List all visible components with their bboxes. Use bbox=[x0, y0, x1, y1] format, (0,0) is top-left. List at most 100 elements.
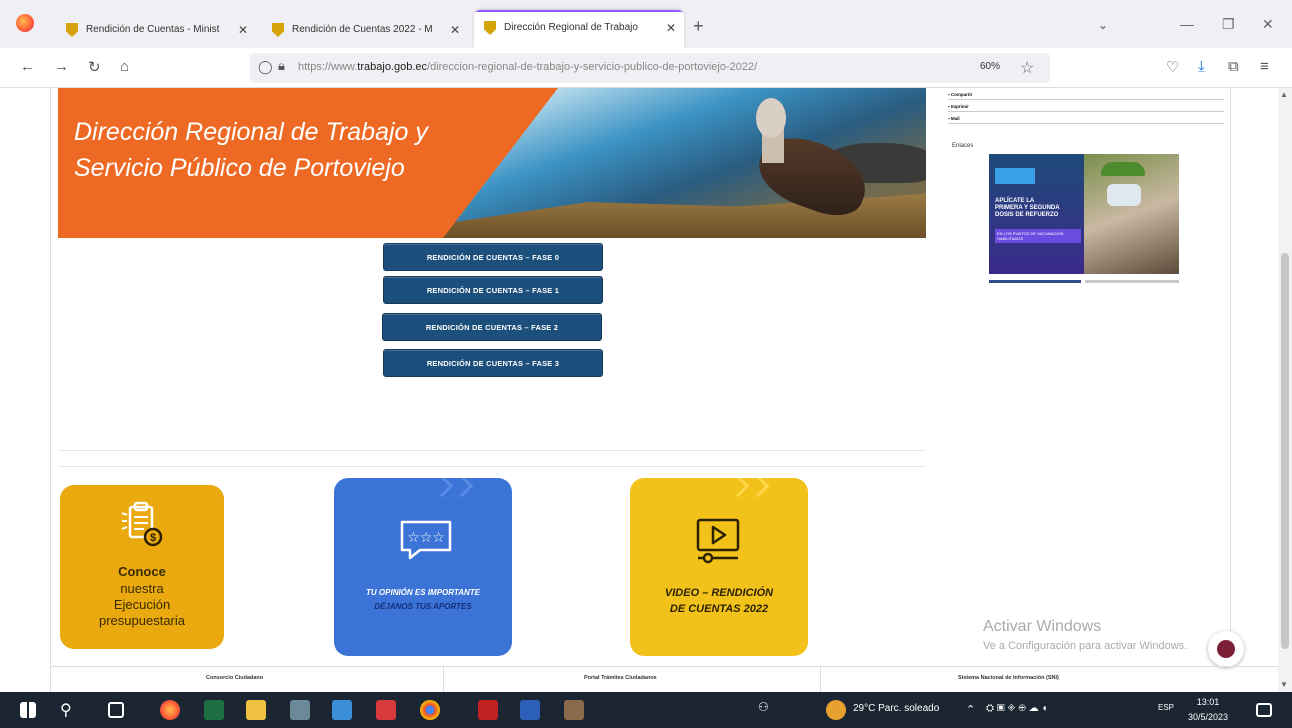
mail-link[interactable]: ▪ Mail bbox=[948, 114, 1224, 124]
windows-taskbar: ⚲ ⚇ 29°C Parc. soleado ⌃ ⛭ ▣ ◈ ⊕ ☁ ◖ ESP… bbox=[0, 692, 1292, 728]
share-link[interactable]: ▪ Compartir bbox=[948, 90, 1224, 100]
extensions-icon[interactable]: ⧉ bbox=[1228, 58, 1239, 75]
clock[interactable]: 13:01 30/5/2023 bbox=[1188, 695, 1228, 725]
people-icon[interactable]: ⚇ bbox=[758, 700, 778, 720]
rendicion-fase-0-button[interactable]: RENDICIÓN DE CUENTAS – FASE 0 bbox=[383, 243, 603, 271]
file-explorer-icon[interactable] bbox=[246, 700, 266, 720]
hero-banner: Dirección Regional de Trabajo y Servicio … bbox=[58, 88, 926, 238]
footer-link[interactable]: Consorcio Ciudadano bbox=[206, 675, 263, 681]
calculator-icon[interactable] bbox=[290, 700, 310, 720]
card-text: TU OPINIÓN ES IMPORTANTE bbox=[366, 588, 480, 597]
rating-stars-chat-icon: ☆☆☆ bbox=[400, 520, 452, 560]
divider bbox=[58, 466, 926, 467]
footer-link[interactable]: Sistema Nacional de Información (SNI) bbox=[958, 675, 1059, 681]
photos-icon[interactable] bbox=[332, 700, 352, 720]
clock-time: 13:01 bbox=[1196, 697, 1220, 707]
frame-border bbox=[50, 88, 51, 692]
page-scrollbar[interactable]: ▲ ▼ bbox=[1278, 88, 1292, 692]
word-icon[interactable] bbox=[520, 700, 540, 720]
frame-border bbox=[1230, 88, 1231, 658]
home-icon[interactable]: ⌂ bbox=[120, 58, 129, 75]
navigation-toolbar: ← → ↻ ⌂ ◯ 🔒︎ https://www.trabajo.gob.ec/… bbox=[0, 48, 1292, 88]
chrome-icon[interactable] bbox=[420, 700, 440, 720]
web-page: Dirección Regional de Trabajo y Servicio … bbox=[0, 88, 1278, 693]
back-arrow-icon[interactable]: ← bbox=[20, 58, 35, 75]
maximize-icon[interactable]: ❐ bbox=[1222, 16, 1235, 33]
new-tab-button[interactable]: + bbox=[693, 16, 704, 37]
windows-start-icon[interactable] bbox=[20, 702, 36, 718]
menu-hamburger-icon[interactable]: ≡ bbox=[1260, 58, 1269, 75]
firefox-taskbar-icon[interactable] bbox=[160, 700, 180, 720]
promo-subtext: EN LOS PUNTOS DE VACUNACIÓN HABILITADOS bbox=[995, 229, 1081, 243]
reload-icon[interactable]: ↻ bbox=[88, 58, 101, 76]
address-bar[interactable]: ◯ 🔒︎ https://www.trabajo.gob.ec/direccio… bbox=[250, 53, 1050, 83]
list-tabs-chevron-icon[interactable]: ⌄ bbox=[1098, 18, 1108, 32]
clock-date: 30/5/2023 bbox=[1188, 712, 1229, 722]
tab-1[interactable]: Rendición de Cuentas - Minist ✕ bbox=[56, 12, 256, 48]
minimize-icon[interactable]: — bbox=[1180, 16, 1194, 32]
media-player-icon[interactable] bbox=[376, 700, 396, 720]
task-view-icon[interactable] bbox=[108, 702, 124, 718]
tray-chevron-icon[interactable]: ⌃ bbox=[966, 703, 975, 716]
close-tab-icon[interactable]: ✕ bbox=[666, 10, 676, 46]
card-text: DE CUENTAS 2022 bbox=[669, 603, 769, 615]
close-window-icon[interactable]: ✕ bbox=[1262, 16, 1274, 33]
video-play-icon bbox=[696, 518, 740, 564]
rendicion-fase-3-button[interactable]: RENDICIÓN DE CUENTAS – FASE 3 bbox=[383, 349, 603, 377]
browser-tab-bar: Rendición de Cuentas - Minist ✕ Rendició… bbox=[0, 0, 1292, 48]
url-text[interactable]: https://www.trabajo.gob.ec/direccion-reg… bbox=[298, 61, 757, 73]
notifications-icon[interactable] bbox=[1256, 703, 1272, 717]
scroll-down-icon[interactable]: ▼ bbox=[1280, 680, 1288, 689]
search-icon[interactable]: ⚲ bbox=[60, 700, 80, 720]
language-indicator[interactable]: ESP bbox=[1158, 703, 1174, 712]
tab-2[interactable]: Rendición de Cuentas 2022 - M ✕ bbox=[262, 12, 468, 48]
card-text: VIDEO – RENDICIÓN bbox=[664, 587, 774, 599]
carousel-dot-active[interactable] bbox=[989, 280, 1081, 283]
rendicion-fase-1-button[interactable]: RENDICIÓN DE CUENTAS – FASE 1 bbox=[383, 276, 603, 304]
tu-opinion-card[interactable]: ☆☆☆ TU OPINIÓN ES IMPORTANTE DÉJANOS TUS… bbox=[334, 478, 512, 656]
decorative-chevron bbox=[746, 478, 770, 498]
card-text: nuestra bbox=[120, 581, 164, 596]
tab-3-active[interactable]: Dirección Regional de Trabajo ✕ bbox=[474, 10, 684, 48]
forward-arrow-icon[interactable]: → bbox=[54, 58, 69, 75]
scrollbar-thumb[interactable] bbox=[1281, 253, 1289, 649]
downloads-icon[interactable]: ⤓ bbox=[1198, 58, 1205, 75]
promo-headline: APLÍCATE LA PRIMERA Y SEGUNDA DOSIS DE REF… bbox=[995, 198, 1060, 218]
vaccination-promo-banner[interactable]: APLÍCATE LA PRIMERA Y SEGUNDA DOSIS DE REF… bbox=[989, 154, 1179, 274]
tab-title: Dirección Regional de Trabajo bbox=[504, 22, 638, 33]
site-favicon-icon bbox=[66, 23, 78, 37]
divider bbox=[58, 450, 926, 451]
lock-icon[interactable]: 🔒︎ bbox=[278, 58, 285, 74]
pocket-icon[interactable]: ♡ bbox=[1166, 58, 1179, 76]
footer-link[interactable]: Portal Trámites Ciudadanos bbox=[584, 675, 657, 681]
bookmark-star-icon[interactable]: ☆ bbox=[1020, 58, 1034, 78]
weather-icon[interactable] bbox=[826, 700, 846, 720]
promo-logo bbox=[995, 168, 1035, 184]
footer-divider bbox=[443, 667, 444, 693]
tracking-shield-icon[interactable]: ◯ bbox=[258, 59, 273, 75]
acrobat-icon[interactable] bbox=[478, 700, 498, 720]
close-tab-icon[interactable]: ✕ bbox=[450, 12, 460, 48]
links-label: Enlaces bbox=[952, 143, 974, 149]
rendicion-fase-2-button[interactable]: RENDICIÓN DE CUENTAS – FASE 2 bbox=[382, 313, 602, 341]
zoom-level[interactable]: 60% bbox=[980, 61, 1000, 72]
tray-icons[interactable]: ⛭ ▣ ◈ ⊕ ☁ ◖ bbox=[986, 703, 1048, 714]
pinned-app-icon[interactable] bbox=[564, 700, 584, 720]
weather-text[interactable]: 29°C Parc. soleado bbox=[853, 703, 939, 714]
chat-icon bbox=[1217, 640, 1235, 658]
watermark-title: Activar Windows bbox=[983, 618, 1102, 635]
scroll-up-icon[interactable]: ▲ bbox=[1280, 90, 1288, 99]
carousel-indicator[interactable] bbox=[989, 280, 1179, 283]
close-tab-icon[interactable]: ✕ bbox=[238, 12, 248, 48]
ejecucion-presupuestaria-card[interactable]: $ Conoce nuestra Ejecución presupuestari… bbox=[60, 485, 224, 649]
firefox-logo-icon[interactable] bbox=[16, 14, 34, 32]
chat-widget-button[interactable] bbox=[1208, 631, 1244, 667]
card-text: presupuestaria bbox=[99, 613, 185, 628]
carousel-dot[interactable] bbox=[1085, 280, 1179, 283]
video-rendicion-card[interactable]: VIDEO – RENDICIÓN DE CUENTAS 2022 bbox=[630, 478, 808, 656]
excel-icon[interactable] bbox=[204, 700, 224, 720]
card-text: DÉJANOS TUS APORTES bbox=[374, 602, 472, 611]
print-link[interactable]: ▪ Imprimir bbox=[948, 102, 1224, 112]
sidebar: ▪ Compartir ▪ Imprimir ▪ Mail Enlaces AP… bbox=[944, 88, 1230, 658]
booby-bird-head bbox=[756, 98, 786, 138]
